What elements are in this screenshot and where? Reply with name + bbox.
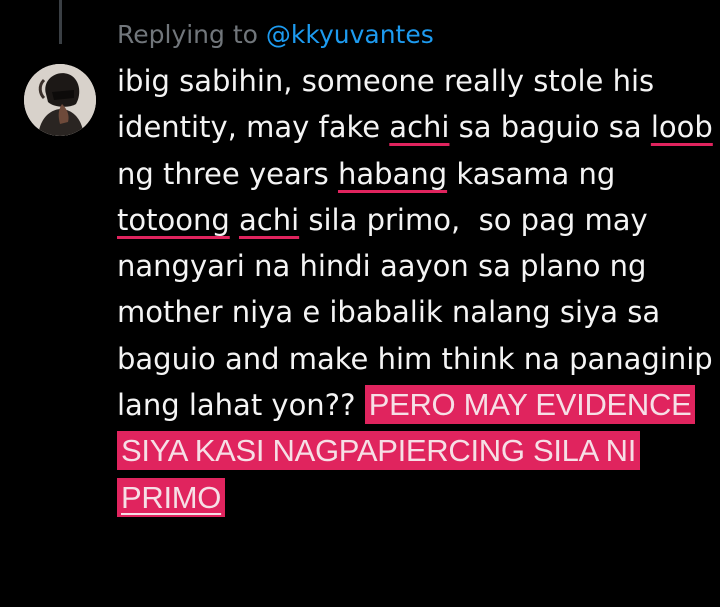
tweet-text-segment: kasama ng: [456, 156, 616, 191]
underlined-word: loob: [650, 110, 713, 145]
tweet-text-segment: [230, 203, 239, 237]
replying-to-label: Replying to @kkyuvantes: [117, 18, 434, 52]
tweet-body: ibig sabihin, someone really stole his i…: [117, 58, 713, 521]
replying-to-prefix: Replying to: [117, 20, 266, 49]
avatar-image: [24, 64, 96, 136]
underlined-word: habang: [337, 156, 448, 191]
thread-connector-line: [59, 0, 62, 44]
highlighted-underlined-text: PRIMO: [117, 477, 226, 517]
reply-handle-link[interactable]: @kkyuvantes: [266, 20, 434, 49]
tweet-text-segment: sa baguio sa: [449, 110, 651, 145]
tweet-text-segment: ng three years: [117, 156, 329, 191]
underlined-word: totoong: [117, 202, 230, 237]
avatar[interactable]: [24, 64, 96, 136]
underlined-word: achi: [389, 110, 450, 145]
underlined-word: achi: [238, 202, 300, 237]
